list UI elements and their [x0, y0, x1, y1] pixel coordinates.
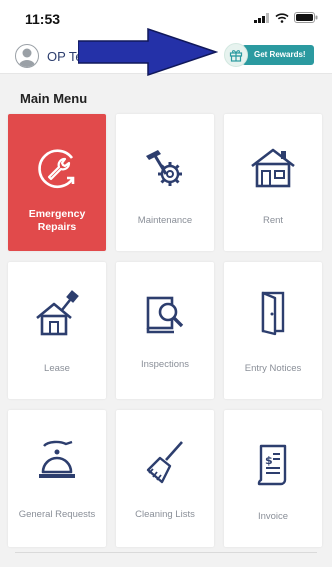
tile-entry-notices[interactable]: Entry Notices — [224, 262, 322, 399]
get-rewards-label: Get Rewards! — [242, 45, 314, 65]
service-bell-icon — [8, 438, 106, 486]
svg-text:$: $ — [265, 454, 273, 467]
house-icon — [224, 146, 322, 190]
door-icon — [224, 290, 322, 336]
tile-label: Rent — [262, 215, 284, 226]
tile-label: General Requests — [18, 509, 96, 520]
wifi-icon — [275, 12, 289, 23]
gift-icon — [224, 43, 248, 67]
tile-invoice[interactable]: $ Invoice — [224, 410, 322, 547]
user-icon — [19, 48, 35, 67]
tile-cleaning-lists[interactable]: Cleaning Lists — [116, 410, 214, 547]
tile-maintenance[interactable]: Maintenance — [116, 114, 214, 251]
system-icons — [254, 12, 318, 23]
signal-icon — [254, 12, 269, 23]
tile-emergency-repairs[interactable]: Emergency Repairs — [8, 114, 106, 251]
tile-label: Cleaning Lists — [135, 509, 195, 520]
wrench-icon — [8, 144, 106, 194]
house-key-icon — [8, 290, 106, 340]
tile-inspections[interactable]: Inspections — [116, 262, 214, 399]
invoice-icon: $ — [224, 440, 322, 488]
annotation-arrow — [78, 28, 218, 77]
battery-icon — [294, 12, 318, 23]
tile-label: Invoice — [257, 511, 289, 522]
main-menu-title: Main Menu — [20, 91, 88, 106]
tile-lease[interactable]: Lease — [8, 262, 106, 399]
tile-rent[interactable]: Rent — [224, 114, 322, 251]
book-magnifier-icon — [116, 292, 214, 336]
clock: 11:53 — [25, 11, 61, 27]
tile-label: Emergency Repairs — [28, 208, 86, 233]
tile-label: Lease — [44, 363, 70, 374]
tile-label: Inspections — [140, 359, 190, 370]
get-rewards-button[interactable]: Get Rewards! — [224, 42, 314, 68]
avatar[interactable] — [15, 44, 39, 68]
broom-icon — [116, 438, 214, 488]
tile-general-requests[interactable]: General Requests — [8, 410, 106, 547]
divider — [15, 552, 317, 553]
tile-label: Entry Notices — [244, 363, 302, 374]
tile-label: Maintenance — [137, 215, 193, 226]
hammer-gear-icon — [116, 144, 214, 194]
